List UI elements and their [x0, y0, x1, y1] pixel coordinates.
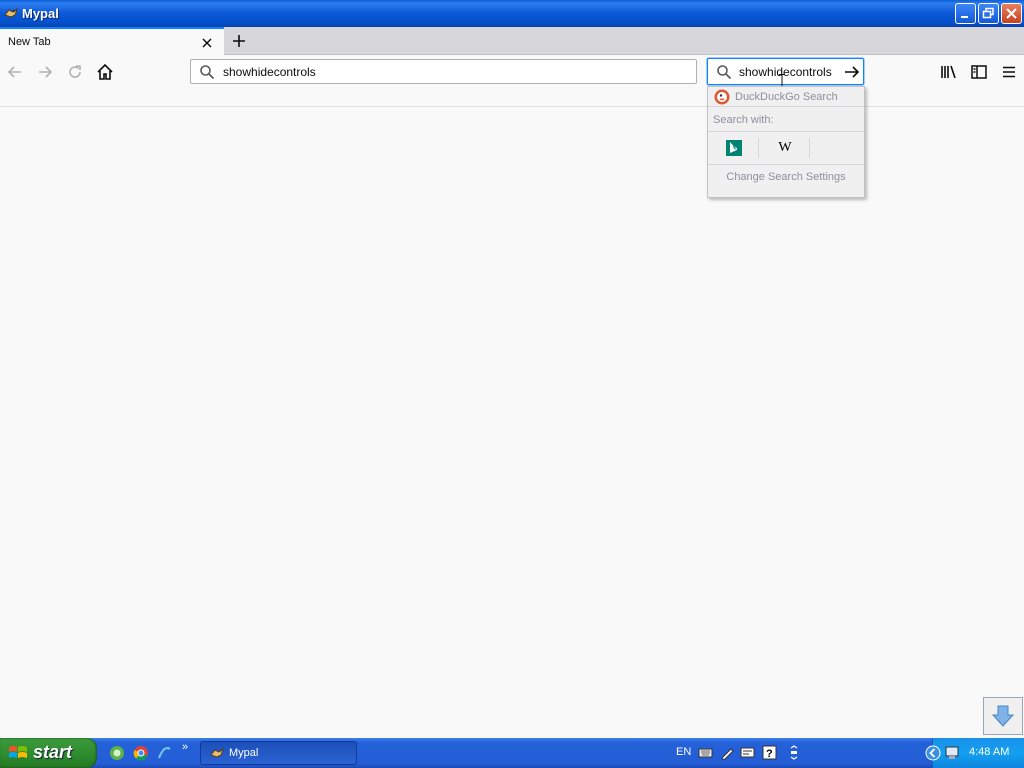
quick-launch-app-icon[interactable]	[109, 745, 125, 761]
home-icon	[97, 63, 113, 80]
search-suggestions-popup: DuckDuckGo Search Search with: W Change …	[707, 86, 865, 198]
keyboard-icon[interactable]	[698, 745, 713, 760]
search-icon	[200, 65, 215, 80]
windows-logo-icon	[9, 746, 27, 758]
hamburger-menu-icon	[1003, 66, 1015, 78]
popup-separator	[708, 131, 864, 132]
close-icon	[1006, 8, 1017, 19]
help-icon[interactable]: ?	[762, 745, 777, 760]
chrome-icon[interactable]	[133, 745, 149, 761]
taskbar-button-label: Mypal	[229, 747, 259, 759]
url-bar[interactable]: showhidecontrols	[190, 59, 697, 84]
current-engine-label: DuckDuckGo Search	[735, 91, 838, 103]
svg-text:?: ?	[766, 748, 773, 760]
sidebar-icon	[971, 65, 987, 79]
sidebar-button[interactable]	[968, 61, 990, 83]
tab-close-button[interactable]	[199, 35, 215, 51]
window-title: Mypal	[22, 6, 59, 21]
current-search-engine[interactable]: DuckDuckGo Search	[708, 87, 864, 107]
start-label: start	[33, 742, 73, 762]
arrow-right-icon	[39, 66, 53, 78]
engine-separator	[758, 138, 759, 158]
network-icon[interactable]	[945, 745, 961, 761]
forward-button[interactable]	[34, 61, 56, 83]
start-button[interactable]: start	[0, 738, 97, 768]
bing-search-button[interactable]	[722, 136, 746, 160]
restore-icon	[982, 7, 994, 19]
navigation-toolbar: showhidecontrols showhidecontrols	[0, 55, 1024, 88]
svg-text:e: e	[161, 747, 167, 761]
options-chevron-icon[interactable]	[786, 745, 801, 760]
library-icon	[941, 65, 956, 79]
window-titlebar[interactable]: Mypal	[0, 0, 1024, 27]
new-tab-button[interactable]	[229, 31, 249, 51]
search-bar[interactable]: showhidecontrols	[707, 58, 864, 85]
back-button[interactable]	[4, 61, 26, 83]
engine-separator	[809, 138, 810, 158]
popup-separator	[708, 106, 864, 107]
plus-icon	[233, 35, 245, 47]
system-tray: 4:48 AM	[925, 738, 1024, 768]
pen-tool-icon[interactable]	[720, 745, 735, 760]
bing-icon	[726, 140, 742, 156]
taskbar: start e » Mypal EN ? 4:48 AM	[0, 738, 1024, 768]
wikipedia-icon: W	[778, 140, 792, 155]
language-indicator[interactable]: EN	[676, 746, 691, 758]
mypal-app-icon	[4, 7, 18, 18]
download-arrow-icon	[991, 705, 1015, 727]
search-input[interactable]: showhidecontrols	[739, 65, 832, 79]
close-window-button[interactable]	[1001, 3, 1022, 24]
arrow-right-icon[interactable]	[844, 64, 860, 80]
taskbar-button-mypal[interactable]: Mypal	[200, 741, 357, 765]
wikipedia-search-button[interactable]: W	[773, 136, 797, 160]
tab-strip: New Tab	[0, 27, 1024, 55]
popup-separator	[708, 164, 864, 165]
restore-button[interactable]	[978, 3, 999, 24]
reload-icon	[69, 65, 81, 78]
reload-button[interactable]	[64, 61, 86, 83]
language-bar-icon[interactable]	[740, 745, 755, 760]
url-input[interactable]: showhidecontrols	[223, 65, 316, 79]
library-button[interactable]	[938, 61, 960, 83]
search-icon	[717, 65, 732, 80]
show-hidden-icons-button[interactable]	[925, 745, 941, 761]
scroll-down-button[interactable]	[983, 697, 1023, 735]
home-button[interactable]	[94, 61, 116, 83]
tab-new-tab[interactable]: New Tab	[0, 27, 224, 55]
minimize-icon	[961, 16, 968, 18]
menu-button[interactable]	[998, 61, 1020, 83]
quick-launch-more[interactable]: »	[182, 741, 188, 753]
close-icon	[202, 38, 212, 48]
arrow-left-icon	[7, 66, 21, 78]
tab-label: New Tab	[8, 36, 51, 48]
mypal-app-icon	[210, 747, 224, 758]
toolbar-divider	[0, 106, 1024, 107]
change-search-settings-button[interactable]: Change Search Settings	[708, 171, 864, 183]
search-with-label: Search with:	[713, 114, 774, 126]
minimize-button[interactable]	[955, 3, 976, 24]
system-clock[interactable]: 4:48 AM	[969, 746, 1009, 758]
internet-explorer-icon[interactable]: e	[156, 745, 172, 761]
duckduckgo-icon	[714, 89, 730, 105]
